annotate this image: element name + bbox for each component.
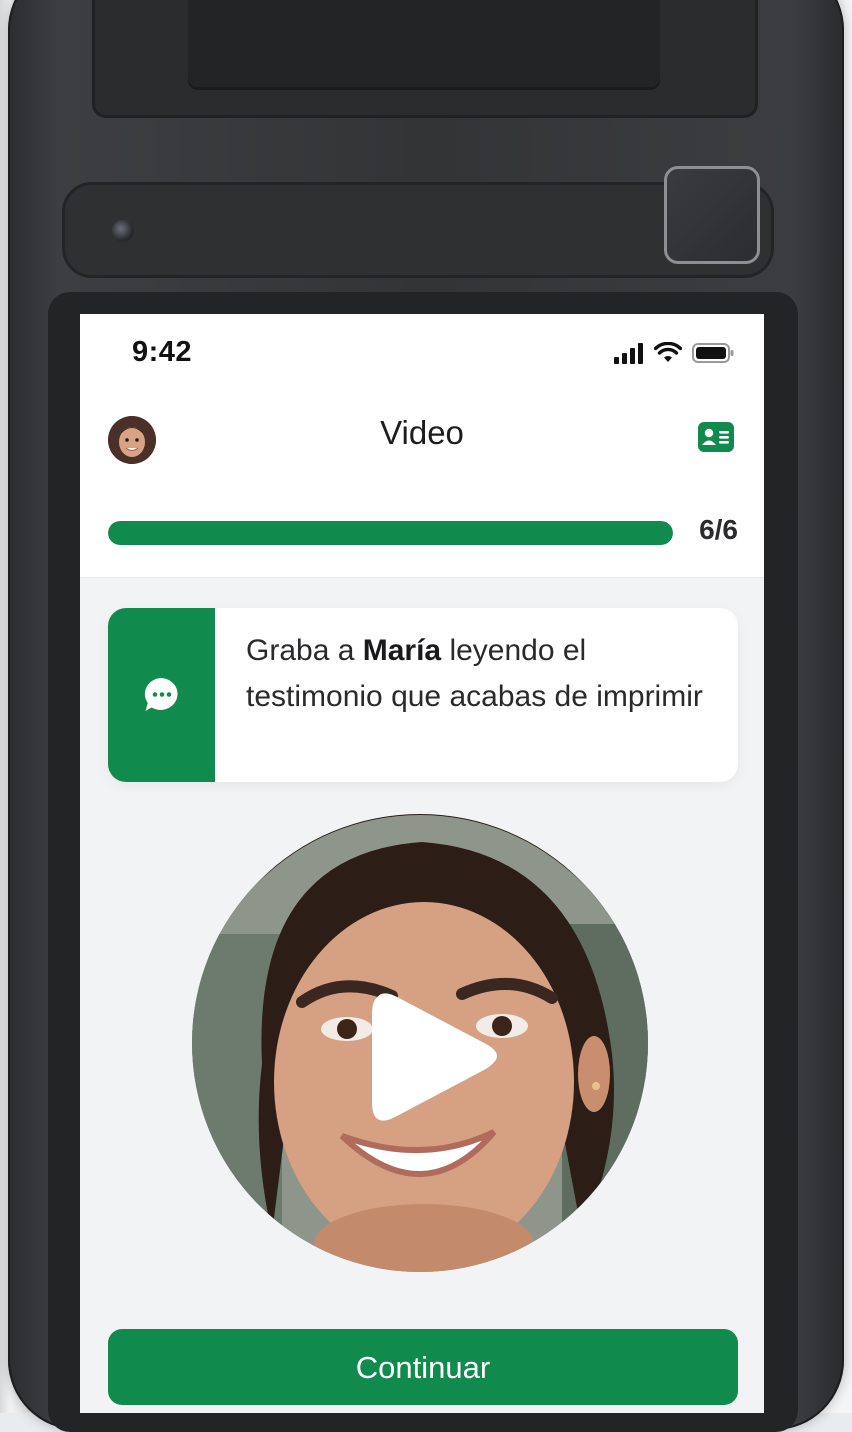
progress-label: 6/6 [699,514,738,545]
instruction-card: Graba a María leyendo el testimonio que … [108,608,738,782]
id-card-icon[interactable] [698,422,734,452]
camera-lens [112,220,134,242]
play-icon[interactable] [192,814,648,1272]
instruction-name: María [362,634,442,667]
instruction-text-before: Graba a [246,634,363,667]
continue-button[interactable]: Continuar [108,1329,738,1405]
page-title: Video [380,414,464,451]
battery-icon [692,343,734,363]
video-preview[interactable] [192,814,648,1272]
printer-paper-exit [188,0,660,90]
status-time: 9:42 [132,336,193,368]
app-screen: 9:42 Video 6/6 Graba a María leyendo el … [80,314,764,1413]
status-icons [614,340,734,366]
top-panel: 9:42 Video 6/6 [80,314,764,578]
instruction-text: Graba a María leyendo el testimonio que … [246,628,716,720]
progress-bar-fill [108,521,673,545]
scanner-window [664,166,760,264]
wifi-icon [654,342,682,362]
chat-bubble-icon [144,677,178,711]
progress-bar [108,521,673,545]
instruction-card-accent [108,608,215,782]
signal-icon [614,343,643,364]
